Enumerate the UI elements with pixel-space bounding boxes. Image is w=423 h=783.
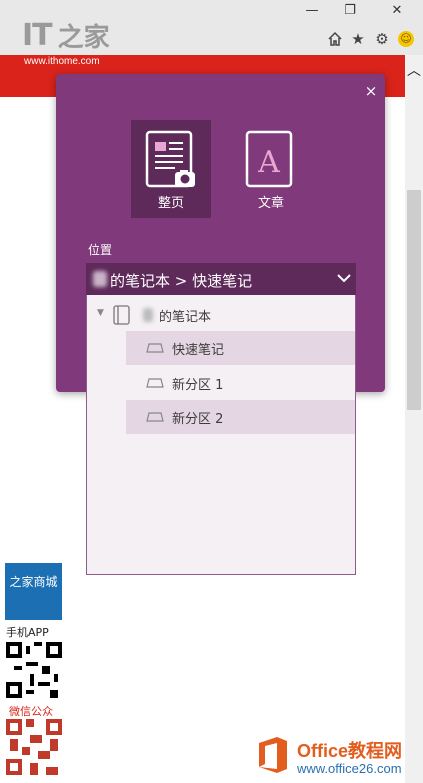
office-logo-icon — [259, 737, 287, 773]
notebook-row[interactable]: ▼ 的笔记本 — [87, 297, 355, 331]
scroll-up-arrow-icon[interactable]: ︿ — [405, 62, 423, 80]
shop-banner[interactable]: 之家商城 — [5, 563, 62, 620]
mode-fullpage-label: 整页 — [157, 196, 184, 211]
section-name: 快速笔记 — [172, 343, 225, 358]
maximize-button[interactable]: ❐ — [335, 0, 365, 20]
smiley-icon[interactable]: ☺ — [397, 30, 415, 48]
section-icon — [146, 378, 164, 388]
mode-article-button[interactable]: A 文章 — [231, 120, 311, 218]
star-icon[interactable]: ★ — [349, 30, 367, 48]
article-icon: A — [245, 130, 293, 188]
home-icon[interactable] — [326, 30, 344, 48]
blurred-username — [93, 271, 107, 287]
location-selected-value: 的笔记本 > 快速笔记 — [110, 272, 253, 290]
site-logo[interactable]: IT 之家 — [22, 17, 110, 53]
gear-icon[interactable]: ⚙ — [373, 30, 391, 48]
site-url[interactable]: www.ithome.com — [24, 56, 100, 67]
section-icon — [146, 412, 164, 422]
minimize-button[interactable]: — — [297, 0, 327, 20]
scrollbar-track[interactable] — [405, 55, 423, 783]
location-list: ▼ 的笔记本 快速笔记 新分区 1 新分区 2 — [86, 295, 356, 575]
chevron-down-icon — [337, 274, 351, 283]
section-icon — [146, 343, 164, 353]
app-label: 手机APP — [6, 626, 49, 639]
blurred-username — [143, 308, 153, 322]
watermark-url: www.office26.com — [297, 761, 402, 776]
close-window-button[interactable]: ✕ — [382, 0, 412, 20]
close-icon[interactable]: × — [361, 80, 381, 102]
section-row-new-section-1[interactable]: 新分区 1 — [126, 366, 355, 400]
wechat-label: 微信公众 — [9, 705, 53, 718]
mode-fullpage-button[interactable]: 整页 — [131, 120, 211, 218]
location-label: 位置 — [88, 243, 113, 257]
expand-caret-icon[interactable]: ▼ — [97, 308, 104, 318]
svg-text:A: A — [257, 145, 280, 180]
watermark-title: Office教程网 — [297, 741, 403, 761]
app-qr-code — [6, 642, 62, 698]
location-dropdown[interactable]: 的笔记本 > 快速笔记 — [86, 263, 356, 295]
notebook-name: 的笔记本 — [159, 310, 212, 325]
scrollbar-thumb[interactable] — [407, 190, 421, 410]
office-watermark: Office教程网 www.office26.com — [255, 735, 423, 783]
logo-it: IT — [22, 17, 53, 53]
notebook-icon — [113, 305, 130, 325]
section-row-new-section-2[interactable]: 新分区 2 — [126, 400, 355, 434]
fullpage-icon — [145, 130, 195, 188]
logo-zh: 之家 — [57, 22, 110, 53]
section-row-quick-notes[interactable]: 快速笔记 — [126, 331, 355, 365]
mode-article-label: 文章 — [257, 196, 284, 211]
wechat-qr-code — [6, 719, 62, 779]
section-name: 新分区 2 — [172, 412, 224, 427]
section-name: 新分区 1 — [172, 378, 224, 393]
